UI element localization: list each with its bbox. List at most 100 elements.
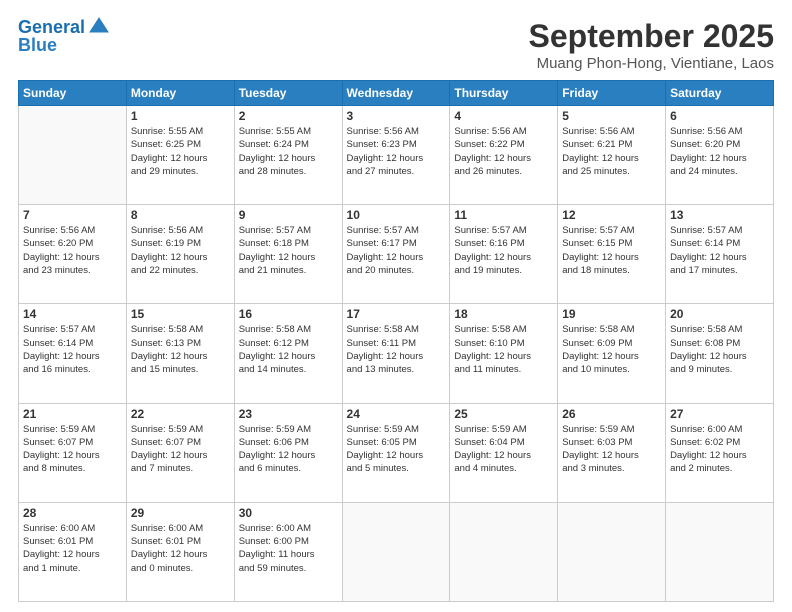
col-saturday: Saturday <box>666 81 774 106</box>
day-number: 29 <box>131 506 230 520</box>
table-row: 6 Sunrise: 5:56 AM Sunset: 6:20 PM Daylig… <box>666 106 774 205</box>
day-info: Sunrise: 5:59 AM Sunset: 6:06 PM Dayligh… <box>239 423 338 476</box>
col-thursday: Thursday <box>450 81 558 106</box>
day-number: 6 <box>670 109 769 123</box>
table-row: 4Sunrise: 5:56 AM Sunset: 6:22 PM Daylig… <box>450 106 558 205</box>
table-row: 20Sunrise: 5:58 AM Sunset: 6:08 PM Dayli… <box>666 304 774 403</box>
col-sunday: Sunday <box>19 81 127 106</box>
table-row: 30 Sunrise: 6:00 AM Sunset: 6:00 PM Dayli… <box>234 502 342 601</box>
day-number: 18 <box>454 307 553 321</box>
table-row: 12 Sunrise: 5:57 AM Sunset: 6:15 PM Dayli… <box>558 205 666 304</box>
day-info: Sunrise: 5:57 AM Sunset: 6:18 PM Dayligh… <box>239 224 338 277</box>
day-info: Sunrise: 5:55 AM Sunset: 6:25 PM Dayligh… <box>131 125 230 178</box>
day-number: 24 <box>347 407 446 421</box>
col-monday: Monday <box>126 81 234 106</box>
table-row: 13 Sunrise: 5:57 AM Sunset: 6:14 PM Dayli… <box>666 205 774 304</box>
day-number: 8 <box>131 208 230 222</box>
table-row: 11Sunrise: 5:57 AM Sunset: 6:16 PM Dayli… <box>450 205 558 304</box>
table-row <box>19 106 127 205</box>
table-row: 9 Sunrise: 5:57 AM Sunset: 6:18 PM Daylig… <box>234 205 342 304</box>
day-info: Sunrise: 5:58 AM Sunset: 6:12 PM Dayligh… <box>239 323 338 376</box>
table-row: 28 Sunrise: 6:00 AM Sunset: 6:01 PM Dayli… <box>19 502 127 601</box>
day-number: 5 <box>562 109 661 123</box>
col-tuesday: Tuesday <box>234 81 342 106</box>
day-number: 16 <box>239 307 338 321</box>
calendar-table: Sunday Monday Tuesday Wednesday Thursday… <box>18 80 774 602</box>
table-row <box>342 502 450 601</box>
day-number: 2 <box>239 109 338 123</box>
day-number: 9 <box>239 208 338 222</box>
table-row: 5 Sunrise: 5:56 AM Sunset: 6:21 PM Daylig… <box>558 106 666 205</box>
day-number: 1 <box>131 109 230 123</box>
logo: General Blue <box>18 18 110 56</box>
logo-icon <box>88 16 110 34</box>
table-row: 22Sunrise: 5:59 AM Sunset: 6:07 PM Dayli… <box>126 403 234 502</box>
day-info: Sunrise: 5:58 AM Sunset: 6:13 PM Dayligh… <box>131 323 230 376</box>
day-number: 23 <box>239 407 338 421</box>
day-number: 28 <box>23 506 122 520</box>
day-info: Sunrise: 5:56 AM Sunset: 6:21 PM Dayligh… <box>562 125 661 178</box>
day-number: 19 <box>562 307 661 321</box>
day-info: Sunrise: 5:57 AM Sunset: 6:14 PM Dayligh… <box>670 224 769 277</box>
table-row: 17Sunrise: 5:58 AM Sunset: 6:11 PM Dayli… <box>342 304 450 403</box>
calendar-week-row: 14 Sunrise: 5:57 AM Sunset: 6:14 PM Dayli… <box>19 304 774 403</box>
table-row: 3 Sunrise: 5:56 AM Sunset: 6:23 PM Daylig… <box>342 106 450 205</box>
table-row: 29 Sunrise: 6:00 AM Sunset: 6:01 PM Dayli… <box>126 502 234 601</box>
day-number: 30 <box>239 506 338 520</box>
table-row: 7Sunrise: 5:56 AM Sunset: 6:20 PM Daylig… <box>19 205 127 304</box>
calendar-week-row: 28 Sunrise: 6:00 AM Sunset: 6:01 PM Dayli… <box>19 502 774 601</box>
day-number: 26 <box>562 407 661 421</box>
calendar-header-row: Sunday Monday Tuesday Wednesday Thursday… <box>19 81 774 106</box>
col-friday: Friday <box>558 81 666 106</box>
calendar-week-row: 7Sunrise: 5:56 AM Sunset: 6:20 PM Daylig… <box>19 205 774 304</box>
day-info: Sunrise: 5:58 AM Sunset: 6:10 PM Dayligh… <box>454 323 553 376</box>
day-number: 20 <box>670 307 769 321</box>
table-row <box>666 502 774 601</box>
day-info: Sunrise: 6:00 AM Sunset: 6:00 PM Dayligh… <box>239 522 338 575</box>
day-info: Sunrise: 5:58 AM Sunset: 6:09 PM Dayligh… <box>562 323 661 376</box>
day-number: 7 <box>23 208 122 222</box>
day-info: Sunrise: 5:59 AM Sunset: 6:05 PM Dayligh… <box>347 423 446 476</box>
day-info: Sunrise: 5:56 AM Sunset: 6:20 PM Dayligh… <box>670 125 769 178</box>
table-row: 19 Sunrise: 5:58 AM Sunset: 6:09 PM Dayli… <box>558 304 666 403</box>
day-info: Sunrise: 6:00 AM Sunset: 6:01 PM Dayligh… <box>23 522 122 575</box>
table-row: 21 Sunrise: 5:59 AM Sunset: 6:07 PM Dayli… <box>19 403 127 502</box>
day-info: Sunrise: 5:57 AM Sunset: 6:14 PM Dayligh… <box>23 323 122 376</box>
day-number: 11 <box>454 208 553 222</box>
table-row: 2 Sunrise: 5:55 AM Sunset: 6:24 PM Daylig… <box>234 106 342 205</box>
day-number: 3 <box>347 109 446 123</box>
table-row: 25 Sunrise: 5:59 AM Sunset: 6:04 PM Dayli… <box>450 403 558 502</box>
table-row <box>558 502 666 601</box>
day-number: 10 <box>347 208 446 222</box>
table-row: 26 Sunrise: 5:59 AM Sunset: 6:03 PM Dayli… <box>558 403 666 502</box>
table-row <box>450 502 558 601</box>
day-number: 13 <box>670 208 769 222</box>
table-row: 14 Sunrise: 5:57 AM Sunset: 6:14 PM Dayli… <box>19 304 127 403</box>
day-info: Sunrise: 6:00 AM Sunset: 6:01 PM Dayligh… <box>131 522 230 575</box>
day-info: Sunrise: 5:59 AM Sunset: 6:03 PM Dayligh… <box>562 423 661 476</box>
day-info: Sunrise: 5:56 AM Sunset: 6:19 PM Dayligh… <box>131 224 230 277</box>
day-number: 14 <box>23 307 122 321</box>
table-row: 1 Sunrise: 5:55 AM Sunset: 6:25 PM Daylig… <box>126 106 234 205</box>
day-number: 12 <box>562 208 661 222</box>
day-info: Sunrise: 5:57 AM Sunset: 6:15 PM Dayligh… <box>562 224 661 277</box>
table-row: 24 Sunrise: 5:59 AM Sunset: 6:05 PM Dayli… <box>342 403 450 502</box>
table-row: 16 Sunrise: 5:58 AM Sunset: 6:12 PM Dayli… <box>234 304 342 403</box>
day-info: Sunrise: 6:00 AM Sunset: 6:02 PM Dayligh… <box>670 423 769 476</box>
day-info: Sunrise: 5:55 AM Sunset: 6:24 PM Dayligh… <box>239 125 338 178</box>
calendar-week-row: 1 Sunrise: 5:55 AM Sunset: 6:25 PM Daylig… <box>19 106 774 205</box>
day-info: Sunrise: 5:58 AM Sunset: 6:11 PM Dayligh… <box>347 323 446 376</box>
table-row: 18 Sunrise: 5:58 AM Sunset: 6:10 PM Dayli… <box>450 304 558 403</box>
table-row: 27 Sunrise: 6:00 AM Sunset: 6:02 PM Dayli… <box>666 403 774 502</box>
calendar-page: General Blue September 2025 Muang Phon-H… <box>0 0 792 612</box>
day-number: 22 <box>131 407 230 421</box>
day-number: 25 <box>454 407 553 421</box>
table-row: 8 Sunrise: 5:56 AM Sunset: 6:19 PM Daylig… <box>126 205 234 304</box>
day-info: Sunrise: 5:59 AM Sunset: 6:04 PM Dayligh… <box>454 423 553 476</box>
day-info: Sunrise: 5:56 AM Sunset: 6:23 PM Dayligh… <box>347 125 446 178</box>
location-title: Muang Phon-Hong, Vientiane, Laos <box>529 55 774 72</box>
day-number: 21 <box>23 407 122 421</box>
day-info: Sunrise: 5:59 AM Sunset: 6:07 PM Dayligh… <box>23 423 122 476</box>
month-title: September 2025 <box>529 18 774 55</box>
day-number: 27 <box>670 407 769 421</box>
